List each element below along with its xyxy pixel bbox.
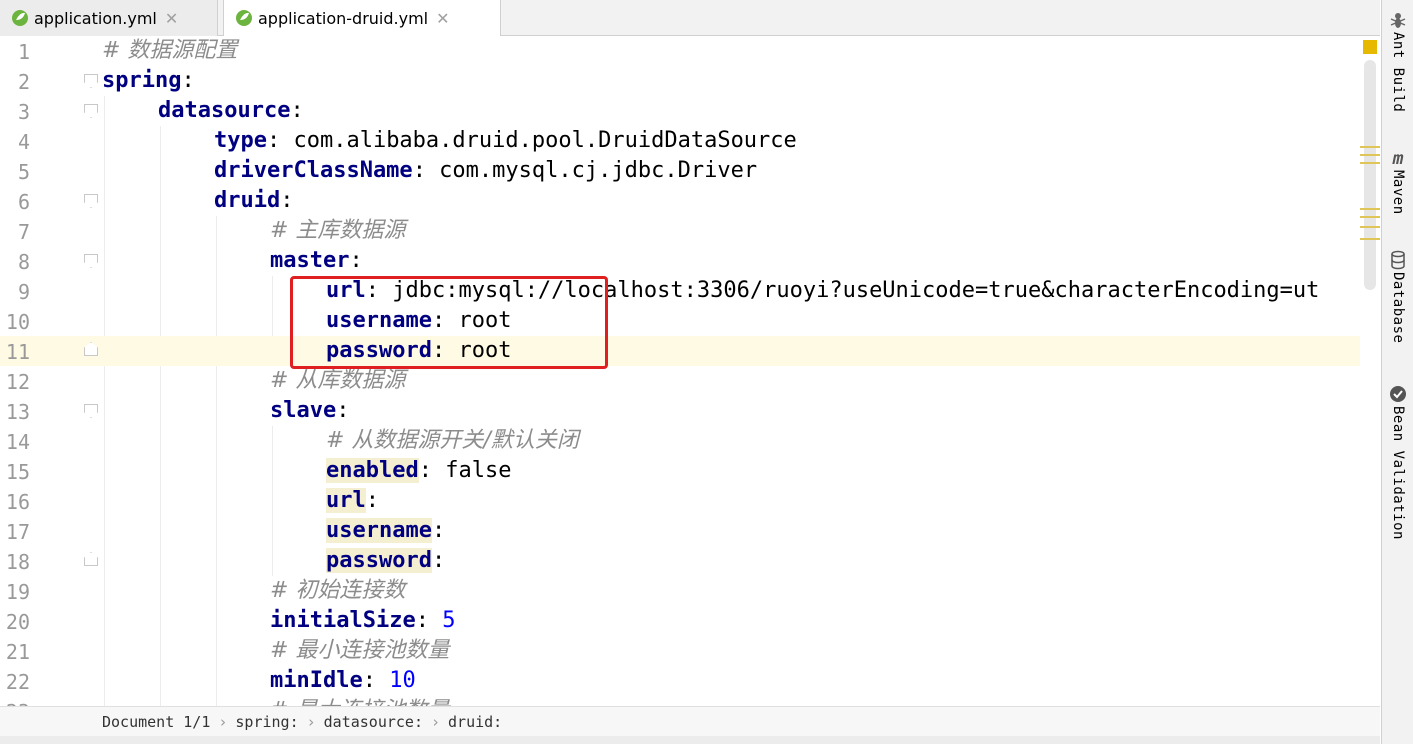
code-line: 3 datasource: (17, 98, 304, 125)
code-line: 7 # 主库数据源 (17, 218, 406, 245)
code-line: 17 username: (5, 518, 446, 544)
code-line: 8 master: (17, 248, 363, 275)
error-stripe-mark[interactable] (1360, 208, 1380, 210)
code-line: 21 # 最小连接池数量 (5, 638, 450, 665)
bottom-edge (0, 736, 1380, 744)
tool-window-maven[interactable]: m Maven (1382, 148, 1413, 215)
code-line: 16 url: (5, 488, 379, 514)
code-line: 10 username: root (5, 308, 512, 335)
error-stripe-mark[interactable] (1360, 238, 1380, 240)
tool-window-ant-build[interactable]: Ant Build (1382, 10, 1413, 112)
chevron-right-icon: › (306, 712, 316, 731)
spring-leaf-icon (236, 10, 252, 26)
code-editor[interactable]: 1 # 数据源配置 2 spring: 3 datasource: 4 type… (0, 36, 1380, 706)
error-stripe-mark[interactable] (1360, 226, 1380, 228)
code-line: 15 enabled: false (5, 458, 512, 484)
code-line: 9 url: jdbc:mysql://localhost:3306/ruoyi… (17, 278, 1320, 305)
close-icon[interactable]: ✕ (436, 9, 449, 28)
database-icon (1391, 250, 1405, 270)
code-line: 12 # 从库数据源 (5, 368, 406, 395)
scrollbar-thumb[interactable] (1364, 60, 1376, 290)
tool-window-bean-validation[interactable]: Bean Validation (1382, 384, 1413, 540)
code-line: 13 slave: (5, 398, 350, 425)
breadcrumb-item[interactable]: Document 1/1 (102, 713, 210, 731)
code-line-current: 11 password: root (0, 336, 1360, 366)
warning-indicator-icon[interactable] (1363, 40, 1377, 54)
code-line: 18 password: (5, 548, 446, 574)
chevron-right-icon: › (431, 712, 441, 731)
breadcrumb-item[interactable]: datasource: (324, 713, 423, 731)
code-line: 6 druid: (17, 188, 294, 215)
spring-leaf-icon (12, 10, 28, 26)
breadcrumb-item[interactable]: spring: (235, 713, 298, 731)
code-line: 23 # 最大连接池数量 (0, 696, 1360, 707)
code-line: 20 initialSize: 5 (5, 608, 456, 635)
error-stripe-mark[interactable] (1360, 216, 1380, 218)
tab-label: application-druid.yml (258, 8, 429, 28)
code-line: 4 type: com.alibaba.druid.pool.DruidData… (17, 128, 797, 155)
code-line: 2 spring: (17, 68, 195, 95)
tab-label: application.yml (34, 8, 157, 28)
tab-application-yml[interactable]: application.yml ✕ (0, 0, 218, 36)
code-line: 19 # 初始连接数 (5, 578, 406, 605)
code-line: 5 driverClassName: com.mysql.cj.jdbc.Dri… (17, 158, 758, 185)
right-tool-window-bar: Ant Build m Maven Database Bean Validati… (1381, 0, 1413, 744)
ant-icon (1390, 13, 1406, 28)
bean-validation-icon (1390, 386, 1406, 402)
editor-tab-bar: application.yml ✕ application-druid.yml … (0, 0, 1380, 36)
tab-application-druid-yml[interactable]: application-druid.yml ✕ (223, 0, 501, 36)
code-line: 14 # 从数据源开关/默认关闭 (5, 428, 579, 455)
vertical-scrollbar[interactable] (1360, 36, 1380, 706)
breadcrumb-item[interactable]: druid: (448, 713, 502, 731)
code-line: 22 minIdle: 10 (5, 668, 416, 695)
chevron-right-icon: › (218, 712, 228, 731)
maven-icon: m (1392, 147, 1404, 169)
tool-window-database[interactable]: Database (1382, 250, 1413, 343)
highlight-box (290, 276, 608, 369)
breadcrumb: Document 1/1 › spring: › datasource: › d… (0, 706, 1380, 736)
code-line: 1 # 数据源配置 (17, 38, 238, 65)
close-icon[interactable]: ✕ (165, 9, 178, 28)
error-stripe-mark[interactable] (1360, 154, 1380, 156)
error-stripe-mark[interactable] (1360, 146, 1380, 148)
error-stripe-mark[interactable] (1360, 162, 1380, 164)
